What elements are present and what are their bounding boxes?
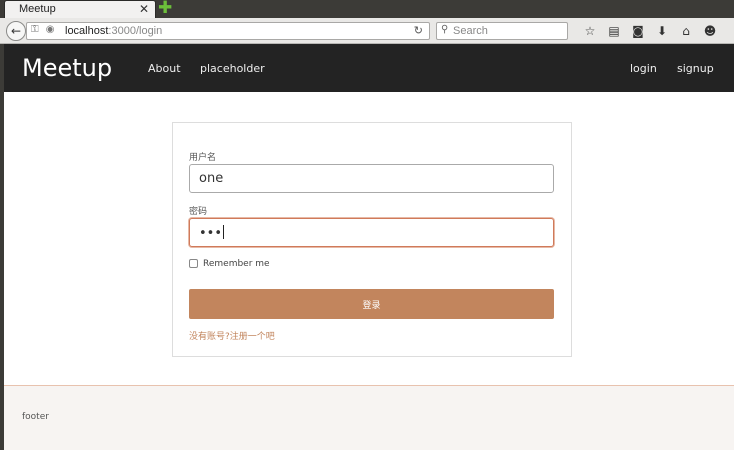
site-header: Meetup About placeholder login signup <box>4 44 734 92</box>
remember-checkbox[interactable] <box>189 259 198 268</box>
username-value: one <box>199 171 224 186</box>
login-button[interactable]: 登录 <box>189 289 554 319</box>
login-card: 用户名 one 密码 ••• Remember me 登录 没有账号?注册一个吧 <box>172 122 572 357</box>
star-icon[interactable]: ☆ <box>578 22 602 40</box>
text-caret <box>223 225 225 239</box>
username-field[interactable]: one <box>189 164 554 193</box>
search-placeholder: Search <box>453 25 488 37</box>
password-field[interactable]: ••• <box>189 218 554 247</box>
back-arrow-icon: ← <box>10 24 22 38</box>
new-tab-icon[interactable]: ✚ <box>158 0 172 17</box>
url-bar[interactable]: ⚿ ◉ localhost:3000/login ↻ <box>26 22 430 40</box>
tab-meetup[interactable]: Meetup ✕ <box>4 0 156 18</box>
url-path: :3000/login <box>108 25 163 37</box>
password-value: ••• <box>199 225 225 241</box>
brand-logo[interactable]: Meetup <box>22 54 112 82</box>
footer: footer <box>4 385 734 450</box>
search-input[interactable]: ⚲ Search <box>436 22 568 40</box>
signup-link[interactable]: 没有账号?注册一个吧 <box>189 329 275 342</box>
password-label: 密码 <box>189 207 208 217</box>
login-button-label: 登录 <box>362 300 381 311</box>
remember-label[interactable]: Remember me <box>203 259 270 269</box>
site-info-icon[interactable]: ⚿ ◉ <box>31 24 57 35</box>
clipboard-icon[interactable]: ▤ <box>602 22 626 40</box>
chat-icon[interactable]: ☻ <box>698 22 722 40</box>
search-icon: ⚲ <box>441 24 449 35</box>
home-icon[interactable]: ⌂ <box>674 22 698 40</box>
url-text: localhost:3000/login <box>65 25 162 37</box>
reload-icon[interactable]: ↻ <box>414 24 423 37</box>
nav-signup[interactable]: signup <box>677 62 714 75</box>
browser-toolbar: ⚿ ◉ localhost:3000/login ↻ ← ⚲ Search ☆ … <box>0 18 734 44</box>
page-viewport: Meetup About placeholder login signup 用户… <box>4 44 734 450</box>
toolbar-icons: ☆ ▤ ◙ ⬇ ⌂ ☻ <box>578 22 722 40</box>
nav-login[interactable]: login <box>630 62 657 75</box>
back-button[interactable]: ← <box>6 21 26 41</box>
footer-text: footer <box>22 412 49 422</box>
nav-placeholder[interactable]: placeholder <box>200 62 265 75</box>
tab-title: Meetup <box>19 3 56 15</box>
pocket-icon[interactable]: ◙ <box>626 22 650 40</box>
username-label: 用户名 <box>189 153 217 163</box>
url-host: localhost <box>65 25 109 37</box>
close-icon[interactable]: ✕ <box>139 2 149 16</box>
nav-about[interactable]: About <box>148 62 181 75</box>
tab-bar: Meetup ✕ ✚ <box>0 0 734 18</box>
download-icon[interactable]: ⬇ <box>650 22 674 40</box>
